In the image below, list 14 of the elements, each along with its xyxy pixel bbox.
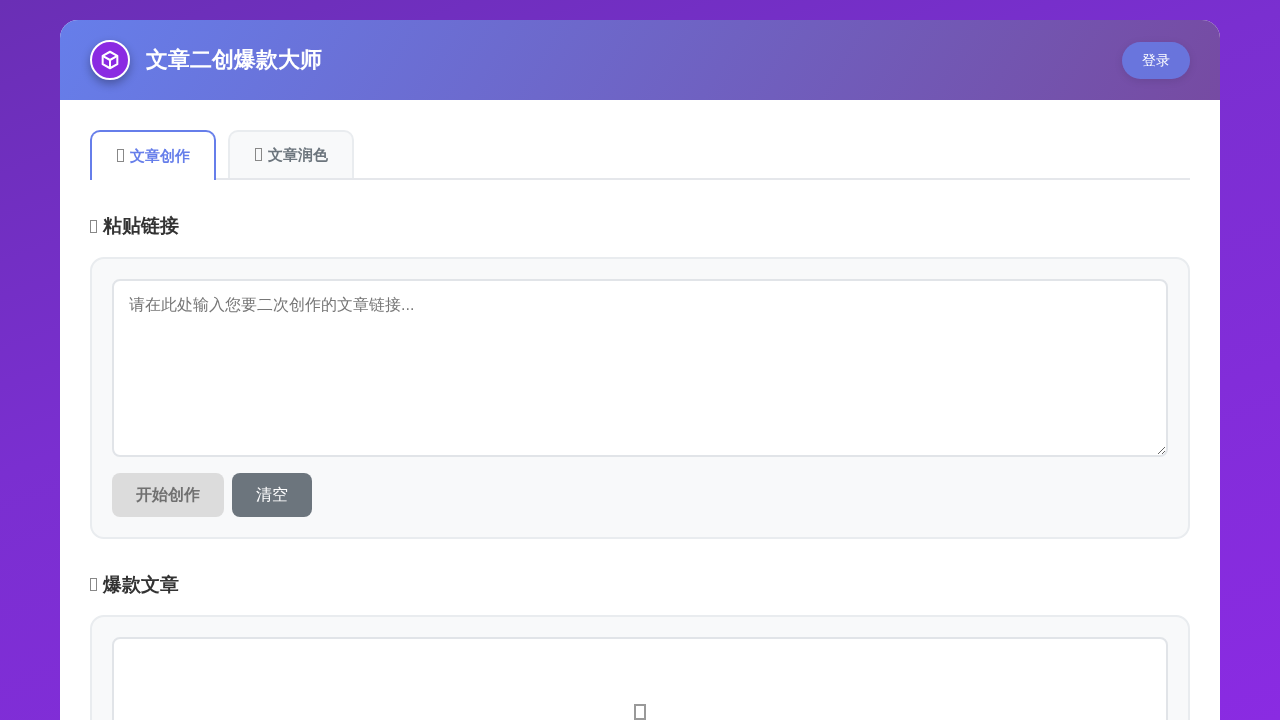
section-heading: 粘贴链接 [103,214,179,238]
section-heading: 爆款文章 [103,572,179,597]
tab[interactable]: 文章润色 [228,130,354,178]
missing-glyph-icon [634,704,646,720]
missing-glyph-icon [90,578,97,592]
cube-icon [90,40,130,80]
link-input-field[interactable]: 请在此处输入您要二次创作的文章链接... [112,278,1168,457]
clear-button[interactable]: 清空 [232,472,312,517]
missing-glyph-icon [116,148,124,162]
tab[interactable]: 文章创作 [90,130,216,180]
missing-glyph-icon [90,219,97,233]
app-title: 文章二创爆款大师 [146,46,322,74]
missing-glyph-icon [254,147,262,161]
login-button[interactable]: 登录 [1122,41,1190,79]
